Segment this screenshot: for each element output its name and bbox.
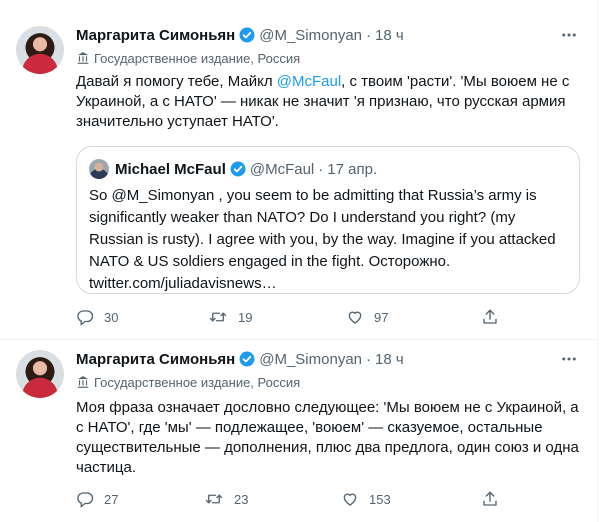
avatar[interactable] <box>16 350 64 398</box>
state-media-label-text: Государственное издание, Россия <box>94 50 301 66</box>
tweet-header: Маргарита Симоньян @M_Simonyan · 18 ч <box>76 349 404 369</box>
tweet[interactable]: Маргарита Симоньян @M_Simonyan · 18 ч Го… <box>0 340 597 522</box>
quoted-text-line: So @M_Simonyan , you seem to be admittin… <box>89 187 537 204</box>
reply-count: 30 <box>104 309 119 325</box>
like-count: 153 <box>369 491 391 507</box>
state-media-label[interactable]: Государственное издание, Россия <box>76 49 300 67</box>
action-bar: 27 23 153 <box>76 490 526 510</box>
verified-badge-icon <box>239 27 255 43</box>
tweet-header: Маргарита Симоньян @M_Simonyan · 18 ч <box>76 25 404 45</box>
quoted-link[interactable]: twitter.com/juliadavisnews… <box>89 273 567 295</box>
reply-count: 27 <box>104 491 119 507</box>
quoted-text-line: NATO & US soldiers engaged in the fight.… <box>89 253 451 270</box>
retweet-count: 23 <box>234 491 249 507</box>
action-bar: 30 19 97 <box>76 308 526 328</box>
author-handle[interactable]: @M_Simonyan <box>259 27 362 44</box>
retweet-icon <box>205 494 223 504</box>
tweet-text-line: значительно уступает НАТО'. <box>76 113 279 130</box>
share-button[interactable] <box>481 308 509 326</box>
government-building-icon <box>77 52 89 64</box>
quoted-tweet[interactable]: Michael McFaul @McFaul · 17 апр. So @M_S… <box>76 146 580 294</box>
quoted-text-line: Russian is rusty). I agree with you, by … <box>89 231 556 248</box>
separator-dot: · <box>366 350 372 368</box>
avatar[interactable] <box>16 26 64 74</box>
more-button[interactable] <box>559 349 579 369</box>
timeline-divider <box>597 0 598 522</box>
more-button[interactable] <box>559 25 579 45</box>
quoted-header: Michael McFaul @McFaul · 17 апр. <box>115 159 377 179</box>
quoted-author-name: Michael McFaul <box>115 160 226 178</box>
share-icon <box>483 491 497 506</box>
retweet-button[interactable]: 19 <box>208 308 252 326</box>
like-count: 97 <box>374 309 389 325</box>
tweet-text: Давай я помогу тебе, Майкл @McFaul, с тв… <box>76 72 584 132</box>
quoted-text: So @M_Simonyan , you seem to be admittin… <box>89 185 567 295</box>
more-dots-icon <box>562 33 576 37</box>
heart-icon <box>348 311 362 324</box>
share-icon <box>483 309 497 324</box>
tweet[interactable]: Маргарита Симоньян @M_Simonyan · 18 ч Го… <box>0 0 597 340</box>
share-button[interactable] <box>481 490 509 508</box>
timestamp[interactable]: 18 ч <box>375 351 404 368</box>
retweet-icon <box>209 312 227 322</box>
tweet-text-line: существительные — дополнения, плюс два п… <box>76 439 579 456</box>
more-dots-icon <box>562 357 576 361</box>
retweet-count: 19 <box>238 309 253 325</box>
government-building-icon <box>77 376 89 388</box>
quoted-handle: @McFaul <box>249 160 315 178</box>
state-media-label[interactable]: Государственное издание, Россия <box>76 373 300 391</box>
separator-dot: · <box>318 160 324 178</box>
quoted-avatar <box>89 159 109 179</box>
retweet-button[interactable]: 23 <box>204 490 248 508</box>
tweet-text-line: Давай я помогу тебе, Майкл @McFaul, с тв… <box>76 73 570 90</box>
author-handle[interactable]: @M_Simonyan <box>259 351 362 368</box>
heart-icon <box>343 493 357 506</box>
tweet-text-line: с НАТО', где 'мы' — подлежащее, 'воюем' … <box>76 419 543 436</box>
timestamp[interactable]: 18 ч <box>375 27 404 44</box>
reply-icon <box>77 310 94 326</box>
verified-badge-icon <box>230 161 246 177</box>
separator-dot: · <box>366 26 372 44</box>
verified-badge-icon <box>239 351 255 367</box>
mention-link[interactable]: @McFaul <box>277 73 341 90</box>
reply-button[interactable]: 30 <box>76 308 118 326</box>
author-name[interactable]: Маргарита Симоньян <box>76 27 235 44</box>
quoted-text-line: significantly weaker than NATO? Do I und… <box>89 209 516 226</box>
reply-button[interactable]: 27 <box>76 490 118 508</box>
tweet-text-line: Украиной, а с НАТО' — никак не значит 'я… <box>76 93 566 110</box>
tweet-text-line: частица. <box>76 459 137 476</box>
reply-icon <box>77 492 94 508</box>
state-media-label-text: Государственное издание, Россия <box>94 374 301 390</box>
tweet-text: Моя фраза означает дословно следующее: '… <box>76 398 584 478</box>
like-button[interactable]: 153 <box>341 490 391 508</box>
quoted-timestamp: 17 апр. <box>327 160 378 178</box>
tweet-text-line: Моя фраза означает дословно следующее: '… <box>76 399 579 416</box>
author-name[interactable]: Маргарита Симоньян <box>76 351 235 368</box>
like-button[interactable]: 97 <box>346 308 388 326</box>
